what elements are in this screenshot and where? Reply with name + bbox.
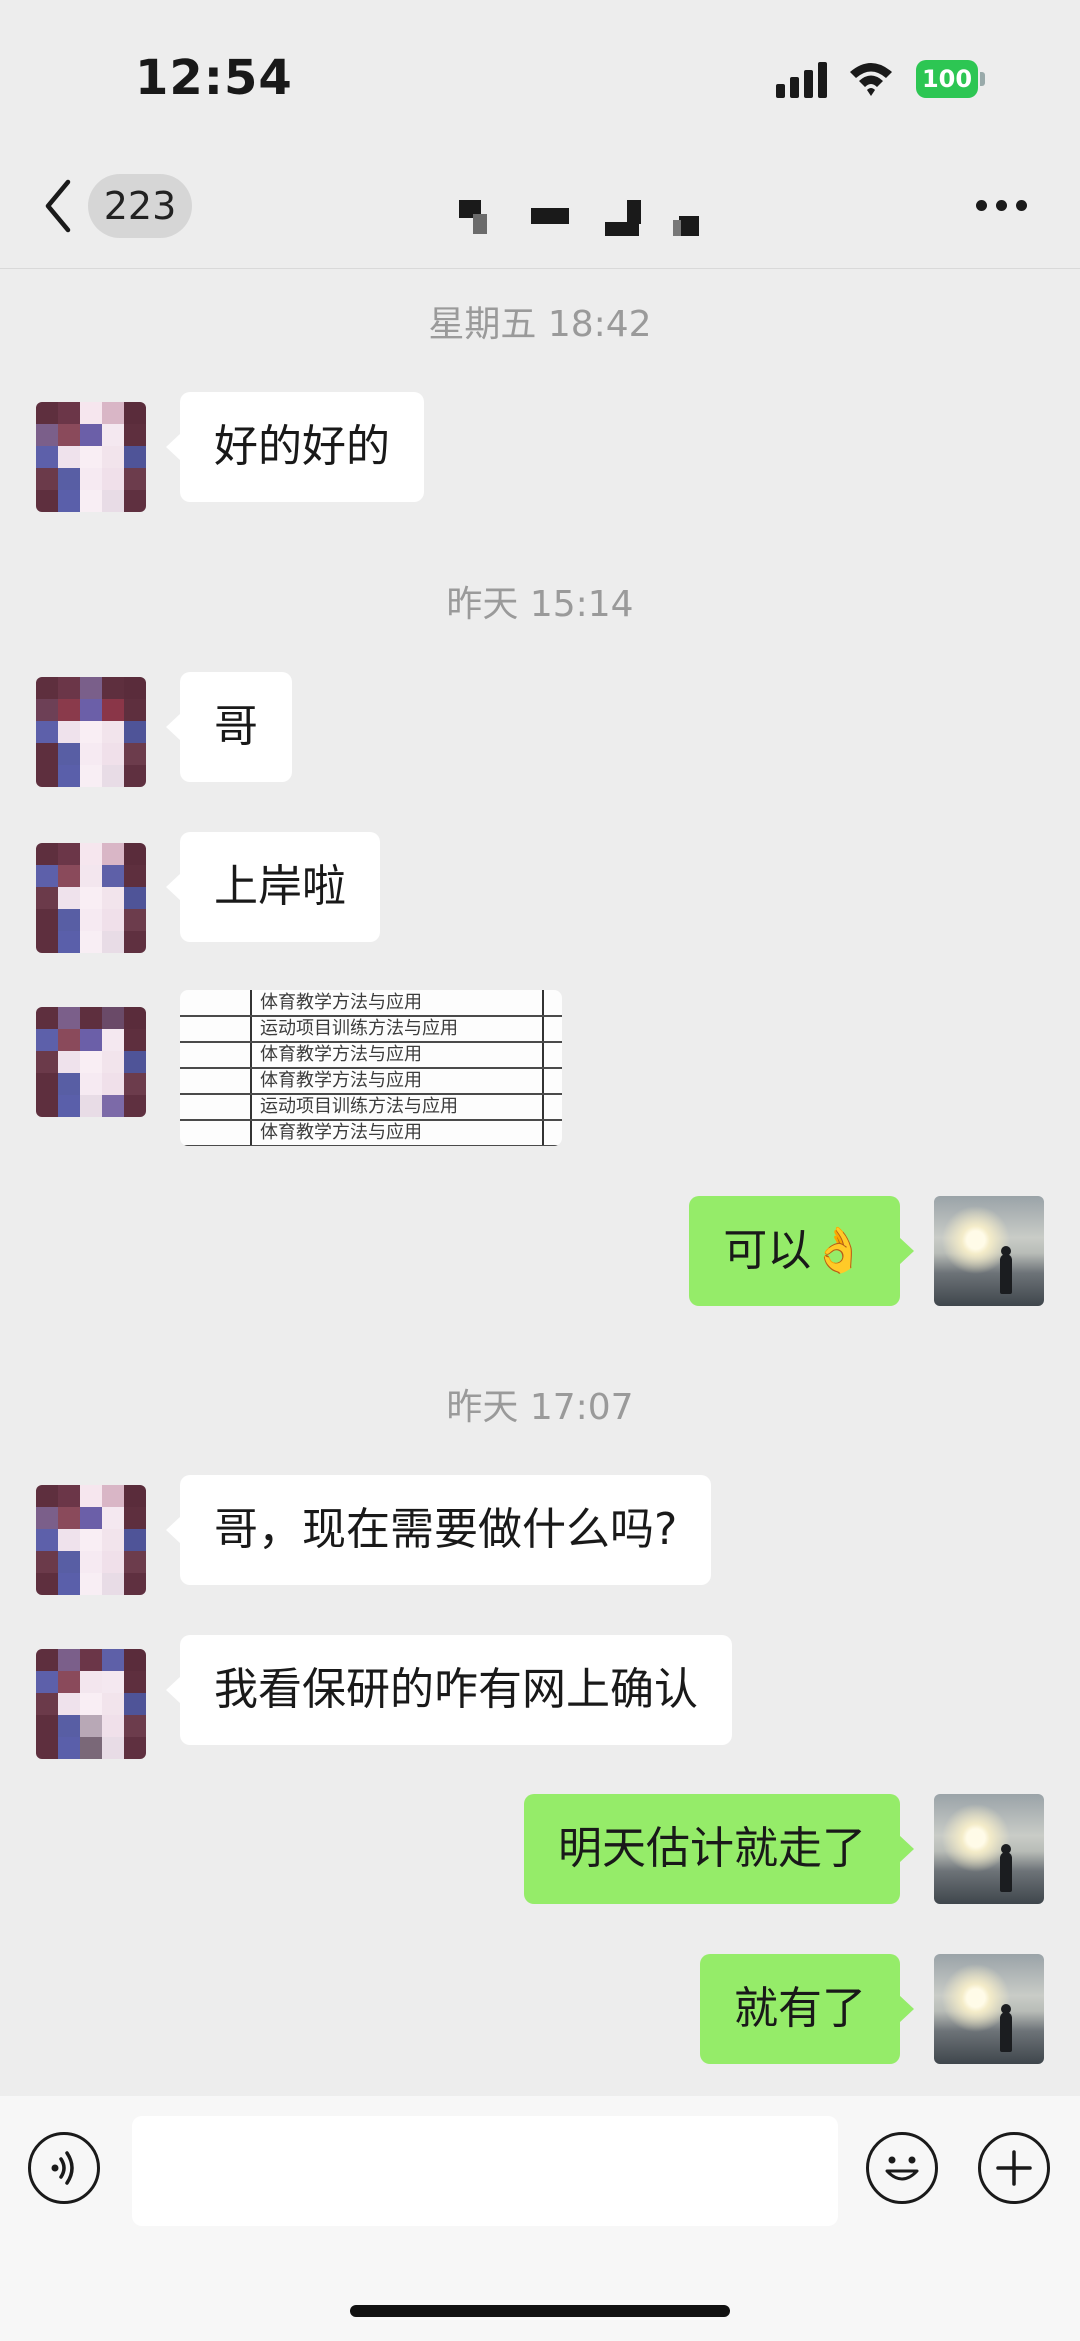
friend-avatar[interactable]	[36, 1649, 146, 1759]
status-bar: 12:54 100	[0, 0, 1080, 150]
back-chevron-icon[interactable]	[40, 178, 76, 234]
message-bubble-self[interactable]: 可以👌	[689, 1196, 914, 1306]
emoji-button[interactable]	[866, 2132, 938, 2204]
home-indicator[interactable]	[350, 2305, 730, 2317]
friend-avatar[interactable]	[36, 1007, 146, 1117]
voice-icon	[51, 2151, 74, 2185]
friend-avatar[interactable]	[36, 402, 146, 512]
plus-icon	[996, 2150, 1032, 2186]
timestamp: 昨天 15:14	[446, 584, 634, 625]
timestamp: 昨天 17:07	[446, 1387, 634, 1428]
status-time: 12:54	[135, 50, 293, 106]
friend-avatar[interactable]	[36, 1485, 146, 1595]
voice-button[interactable]	[28, 2132, 100, 2204]
self-avatar[interactable]	[934, 1196, 1044, 1306]
self-avatar[interactable]	[934, 1794, 1044, 1904]
message-input[interactable]	[132, 2116, 838, 2226]
message-bubble-friend[interactable]: 哥	[166, 672, 292, 782]
friend-avatar[interactable]	[36, 843, 146, 953]
image-text-line: 体育教学方法与应用	[260, 1044, 422, 1065]
chat-title-pixelated	[455, 196, 705, 240]
signal-icon	[776, 62, 827, 98]
self-avatar[interactable]	[934, 1954, 1044, 2064]
message-bubble-friend[interactable]: 好的好的	[166, 392, 424, 502]
emoji-icon	[885, 2156, 919, 2181]
image-text-line: 体育教学方法与应用	[260, 1070, 422, 1091]
more-dots-icon[interactable]	[976, 198, 1028, 214]
message-bubble-self[interactable]: 明天估计就走了	[524, 1794, 914, 1904]
message-bubble-friend[interactable]: 上岸啦	[166, 832, 380, 942]
plus-button[interactable]	[978, 2132, 1050, 2204]
image-message[interactable]: 体育教学方法与应用 运动项目训练方法与应用 体育教学方法与应用 体育教学方法与应…	[180, 990, 562, 1146]
image-text-line: 体育教学方法与应用	[260, 992, 422, 1013]
battery-icon: 100	[916, 60, 986, 98]
image-text-line: 运动项目训练方法与应用	[260, 1018, 458, 1039]
unread-count-badge[interactable]: 223	[88, 174, 192, 238]
image-text-line: 运动项目训练方法与应用	[260, 1096, 458, 1117]
image-text-line: 体育教学方法与应用	[260, 1122, 422, 1143]
wifi-icon	[850, 63, 892, 96]
message-bubble-friend[interactable]: 我看保研的咋有网上确认	[166, 1635, 732, 1745]
battery-level: 100	[921, 65, 973, 93]
friend-avatar[interactable]	[36, 677, 146, 787]
message-bubble-self[interactable]: 就有了	[700, 1954, 914, 2064]
timestamp: 星期五 18:42	[428, 304, 652, 345]
message-bubble-friend[interactable]: 哥，现在需要做什么吗?	[165, 1475, 712, 1585]
